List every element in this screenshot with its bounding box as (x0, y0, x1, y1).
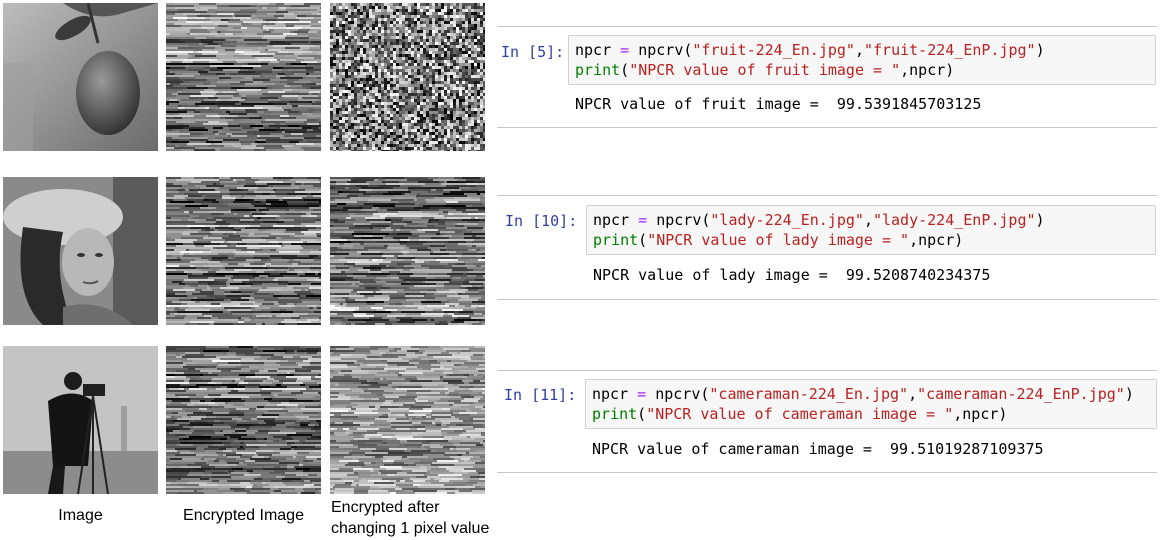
caption-changed-line2: changing 1 pixel value (331, 520, 490, 537)
fruit-encrypted-image (166, 3, 321, 151)
cell-output: NPCR value of cameraman image = 99.51019… (592, 440, 1044, 458)
cell-prompt: In [11]: (504, 386, 577, 404)
caption-encrypted: Encrypted Image (183, 507, 304, 524)
caption-changed-line1: Encrypted after (331, 499, 440, 516)
code-line: print("NPCR value of fruit image = ",npc… (575, 61, 955, 79)
code-editor[interactable]: npcr = npcrv("lady-224_En.jpg","lady-224… (586, 205, 1156, 255)
caption-original: Image (58, 507, 103, 524)
code-line: print("NPCR value of lady image = ",npcr… (593, 231, 964, 249)
notebook-cell[interactable]: In [11]: npcr = npcrv("cameraman-224_En.… (497, 370, 1157, 473)
cameraman-encrypted-changed-image (330, 346, 485, 494)
cameraman-original-image (3, 346, 158, 494)
cell-output: NPCR value of lady image = 99.5208740234… (593, 266, 991, 284)
code-line: npcr = npcrv("cameraman-224_En.jpg","cam… (592, 385, 1134, 403)
code-editor[interactable]: npcr = npcrv("fruit-224_En.jpg","fruit-2… (568, 35, 1156, 85)
code-line: npcr = npcrv("lady-224_En.jpg","lady-224… (593, 211, 1045, 229)
cameraman-encrypted-image (166, 346, 321, 494)
lady-encrypted-image (166, 177, 321, 325)
notebook-cell[interactable]: In [10]: npcr = npcrv("lady-224_En.jpg",… (497, 195, 1157, 300)
code-line: print("NPCR value of cameraman image = "… (592, 405, 1008, 423)
cell-prompt: In [5]: (501, 43, 565, 61)
caption-encrypted-changed: Encrypted after changing 1 pixel value (331, 497, 489, 539)
notebook-cell[interactable]: In [5]: npcr = npcrv("fruit-224_En.jpg",… (497, 26, 1157, 128)
cell-prompt: In [10]: (505, 212, 578, 230)
lady-encrypted-changed-image (330, 177, 485, 325)
cell-output: NPCR value of fruit image = 99.539184570… (575, 95, 982, 113)
fruit-encrypted-changed-image (330, 3, 485, 151)
fruit-original-image (3, 3, 158, 151)
code-editor[interactable]: npcr = npcrv("cameraman-224_En.jpg","cam… (585, 379, 1157, 429)
lady-original-image (3, 177, 158, 325)
code-line: npcr = npcrv("fruit-224_En.jpg","fruit-2… (575, 41, 1045, 59)
